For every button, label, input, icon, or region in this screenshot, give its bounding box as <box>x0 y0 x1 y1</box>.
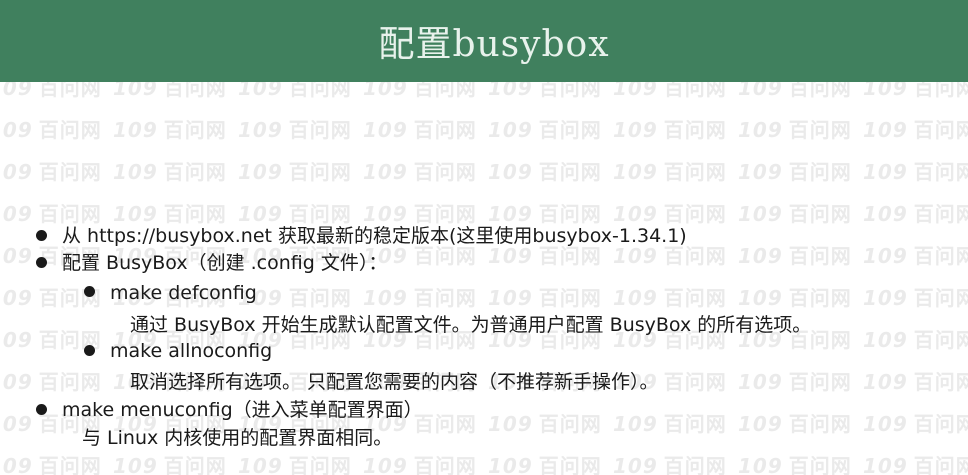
bullet-dot <box>36 257 47 268</box>
sub-item-defconfig: make defconfig <box>110 282 257 304</box>
sub-bullet-dot <box>84 286 95 297</box>
bullet-dot <box>36 404 47 415</box>
sub-item-allnoconfig-desc: 取消选择所有选项。 只配置您需要的内容（不推荐新手操作）。 <box>130 371 659 393</box>
sub-bullet-dot <box>84 345 95 356</box>
list-item-download: 从 https://busybox.net 获取最新的稳定版本(这里使用busy… <box>62 225 687 247</box>
bullet-dot <box>36 230 47 241</box>
slide-content: 从 https://busybox.net 获取最新的稳定版本(这里使用busy… <box>0 0 968 475</box>
sub-item-allnoconfig: make allnoconfig <box>110 340 273 362</box>
list-item-menuconfig: make menuconfig（进入菜单配置界面） <box>62 399 423 421</box>
list-item-configure: 配置 BusyBox（创建 .config 文件）： <box>62 252 388 274</box>
list-item-menuconfig-desc: 与 Linux 内核使用的配置界面相同。 <box>82 427 393 449</box>
sub-item-defconfig-desc: 通过 BusyBox 开始生成默认配置文件。为普通用户配置 BusyBox 的所… <box>130 314 812 336</box>
